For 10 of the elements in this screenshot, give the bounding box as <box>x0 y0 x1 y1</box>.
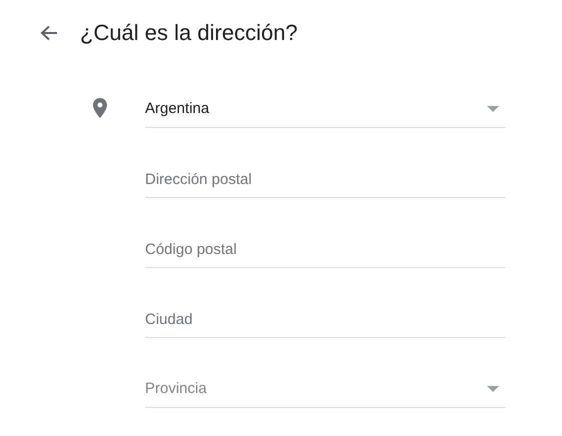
page-title: ¿Cuál es la dirección? <box>80 20 298 46</box>
input-field[interactable]: Código postal <box>145 228 505 268</box>
dropdown-field[interactable]: Provincia <box>145 368 505 408</box>
dropdown-field[interactable]: Argentina <box>145 88 505 128</box>
dropdown-caret-icon <box>487 106 499 112</box>
input-field[interactable]: Ciudad <box>145 298 505 338</box>
dropdown-caret-icon <box>487 386 499 392</box>
input-field[interactable]: Dirección postal <box>145 158 505 198</box>
location-pin-icon <box>93 98 107 118</box>
back-arrow-icon[interactable] <box>40 25 58 41</box>
